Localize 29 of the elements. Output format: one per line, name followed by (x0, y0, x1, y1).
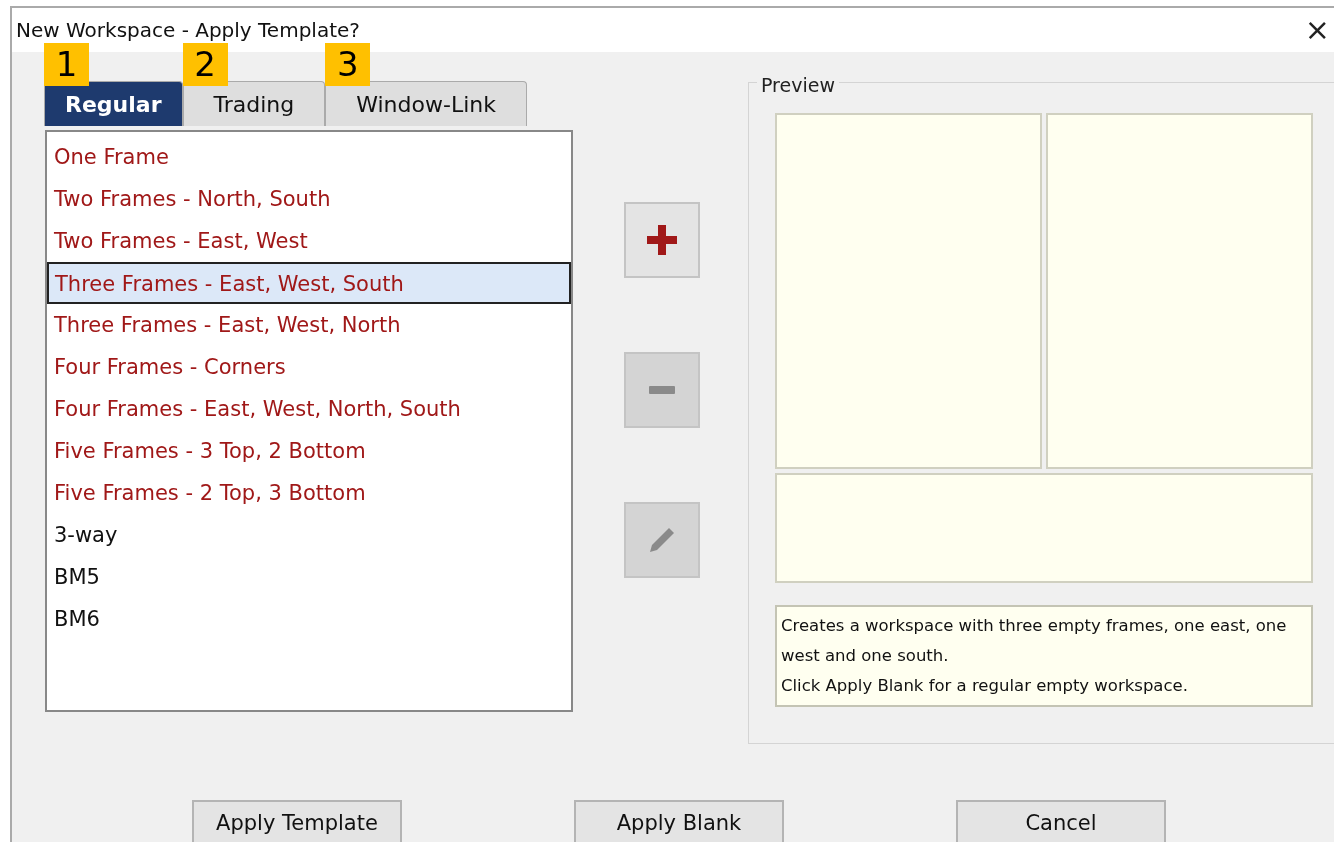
template-item[interactable]: Five Frames - 3 Top, 2 Bottom (47, 430, 571, 472)
dialog-button[interactable]: Apply Blank (574, 800, 784, 842)
template-item[interactable]: Two Frames - East, West (47, 220, 571, 262)
close-button[interactable]: × (1296, 15, 1334, 45)
tab[interactable]: Window-Link (325, 81, 527, 126)
tab[interactable]: Regular (44, 81, 183, 126)
callout-number: 3 (325, 43, 371, 86)
template-item[interactable]: Two Frames - North, South (47, 178, 571, 220)
callout-number: 2 (182, 43, 228, 86)
plus-icon (645, 223, 679, 257)
template-item[interactable]: Four Frames - East, West, North, South (47, 388, 571, 430)
template-item[interactable]: Three Frames - East, West, South (47, 262, 571, 304)
template-item[interactable]: Four Frames - Corners (47, 346, 571, 388)
template-item[interactable]: One Frame (47, 136, 571, 178)
pencil-icon (647, 525, 677, 555)
tab[interactable]: Trading (182, 81, 326, 126)
template-item[interactable]: BM5 (47, 556, 571, 598)
template-item[interactable]: Three Frames - East, West, North (47, 304, 571, 346)
add-button[interactable] (624, 202, 700, 278)
window-title: New Workspace - Apply Template? (16, 17, 360, 44)
description-text: Creates a workspace with three empty frames, one east, one west and one south. (781, 615, 1288, 667)
dialog-button[interactable]: Apply Template (192, 800, 402, 842)
dialog-button[interactable]: Cancel (956, 800, 1166, 842)
template-item[interactable]: BM6 (47, 598, 571, 640)
template-item[interactable]: Five Frames - 2 Top, 3 Bottom (47, 472, 571, 514)
template-item[interactable]: 3-way (47, 514, 571, 556)
minus-icon (649, 386, 675, 394)
callout-number: 1 (44, 43, 89, 86)
description-text: Click Apply Blank for a regular empty workspace. (781, 675, 1189, 697)
